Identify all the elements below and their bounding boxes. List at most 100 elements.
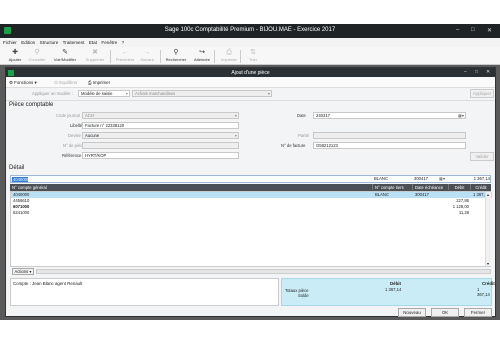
scroll-down-icon[interactable]: ▾ [487,261,489,266]
devise-select[interactable]: Aucune ▾ [82,132,239,139]
menu-fichier[interactable]: Fichier [3,40,17,45]
reference-label: Référence [62,153,82,158]
calendar-icon[interactable]: ▦▾ [458,113,464,118]
apply-button[interactable]: Appliquer [470,89,494,98]
delete-button[interactable]: ✖ Supprimer [82,48,108,62]
menu-fenetre[interactable]: Fenêtre [101,40,117,45]
validate-button[interactable]: Valider [470,152,494,161]
new-button[interactable]: Nouveau [398,308,426,317]
date-field[interactable]: 240317 ▦▾ [313,112,466,119]
menu-structure[interactable]: Structure [40,40,59,45]
totals-panel: Totaux pièce Solde Débit 1 367,14 Crédit… [281,278,495,306]
totals-debit-value: 1 367,14 [385,287,402,292]
menu-edition[interactable]: Edition [21,40,35,45]
window-titlebar: Sage 100c Comptabilité Premium - BIJOU.M… [0,24,500,38]
entry-tiers-input[interactable]: BLANC [374,176,410,182]
sort-icon: ⇅ [250,49,256,56]
calendar-icon[interactable]: ▦▾ [439,176,445,181]
table-row[interactable]: 6241000 11,28 [11,210,492,216]
model-label: Appliquer un modèle : [32,91,73,96]
entries-grid: 4040000 BLANC 300417 1 367,14 4456610 22… [10,191,492,267]
menu-help[interactable]: ? [122,40,125,45]
ok-button[interactable]: OK [431,308,459,317]
reference-field[interactable]: HYRT/KOP [82,152,239,159]
date-label: Date [297,113,306,118]
menu-traitement[interactable]: Traitement [63,40,85,45]
row-debit: 11,28 [458,210,469,215]
row-account: 6241000 [13,210,30,215]
divider [6,100,495,101]
dialog-toolbar: ⚙ Fonctions ▾ ⚖ Equilibrer ⎙ Imprimer [6,77,495,88]
goto-button[interactable]: ↪ Atteindre [189,48,215,62]
solde-label: Solde [298,293,309,298]
devise-label: Devise [68,133,81,138]
libelle-field[interactable]: Facture n° 22338120 [82,122,239,129]
chevron-down-icon: ▾ [234,133,237,138]
entry-account-input[interactable]: 4040000 [12,177,29,182]
print-icon: ⎙ [226,49,232,56]
entry-debit-input[interactable] [448,176,470,182]
window-title: Sage 100c Comptabilité Premium - BIJOU.M… [164,27,336,33]
edit-button[interactable]: ✎ Voir/Modifier [50,48,80,62]
print-icon: ⎙ [88,80,92,85]
col-credit-header[interactable]: Crédit [470,184,491,190]
entry-line: 4040000 BLANC 300417 ▦▾ 1 367,14 [10,175,491,183]
balance-button[interactable]: ⚖ Equilibrer [54,80,78,86]
actions-menu-button[interactable]: Actions ▾ [12,268,34,275]
col-account-header[interactable]: N° compte général [10,184,372,190]
piece-number-field[interactable] [82,142,239,149]
entry-credit-input[interactable]: 1 367,14 [470,176,490,182]
next-button[interactable]: → Suivant [134,48,160,62]
maximize-icon[interactable]: □ [471,27,475,33]
scroll-up-icon[interactable]: ▴ [487,192,489,197]
functions-menu[interactable]: ⚙ Fonctions ▾ [9,80,37,86]
model-type-select[interactable]: Modèle de saisie ▾ [78,90,130,97]
invoice-number-field[interactable]: G58212123 [313,142,466,149]
model-value-select[interactable]: Achats marchandises ▾ [132,90,272,97]
menu-etat[interactable]: Etat [89,40,97,45]
totals-debit-header: Débit [390,281,401,286]
chevron-down-icon: ▾ [125,91,128,96]
toolbar-divider [214,50,215,63]
grid-header: N° compte général N° compte tiers Date é… [10,184,491,191]
menu-bar: Fichier Edition Structure Traitement Eta… [0,38,500,47]
col-debit-header[interactable]: Débit [448,184,470,190]
toolbar-divider [110,50,111,63]
balance-icon: ⚖ [54,80,58,85]
consult-button[interactable]: ⚲ Consulter [24,48,50,62]
invoice-number-label: N° de facture [281,143,306,148]
print-button[interactable]: ⎙ Imprimer [216,48,242,62]
horizontal-scrollbar[interactable] [36,269,491,274]
magnifier-icon: ⚲ [173,49,179,56]
search-icon: ⚲ [34,49,40,56]
dialog-close-icon[interactable]: ✕ [486,69,490,75]
account-info-text: Compte : Jean Blanc agent Renault [13,281,83,286]
chevron-down-icon: ▾ [234,113,237,118]
dialog-print-button[interactable]: ⎙ Imprimer [88,80,110,85]
toolbar: ✚ Ajouter ⚲ Consulter ✎ Voir/Modifier ✖ Supp… [0,47,500,65]
col-echeance-header[interactable]: Date échéance [412,184,448,190]
entry-echeance-input[interactable]: 300417 [414,176,438,182]
piece-section-title: Pièce comptable [9,102,54,108]
detail-section-title: Détail [9,165,25,171]
close-button[interactable]: Fermer [464,308,492,317]
minimize-icon[interactable]: – [456,27,459,33]
app-window: Sage 100c Comptabilité Premium - BIJOU.M… [0,24,500,320]
dialog-title: Ajout d'une pièce [231,69,270,76]
dialog-maximize-icon[interactable]: □ [475,69,478,75]
sort-button[interactable]: ⇅ Trier [240,48,266,62]
col-tiers-header[interactable]: N° compte tiers [372,184,412,190]
search-button[interactable]: ⚲ Rechercher [162,48,190,62]
journal-select[interactable]: ACH ▾ [82,112,239,119]
dialog-titlebar: Ajout d'une pièce – □ ✕ [6,68,495,77]
parite-field[interactable] [313,132,466,139]
add-piece-dialog: Ajout d'une pièce – □ ✕ ⚙ Fonctions ▾ ⚖ … [5,67,496,317]
edit-icon: ✎ [62,49,68,56]
grid-scrollbar[interactable]: ▴ ▾ [485,192,491,266]
totals-credit-header: Crédit [482,281,495,286]
goto-icon: ↪ [199,49,205,56]
journal-label: Code journal [56,113,80,118]
dialog-minimize-icon[interactable]: – [464,69,467,75]
close-icon[interactable]: ✕ [487,27,492,34]
mdi-area: Ajout d'une pièce – □ ✕ ⚙ Fonctions ▾ ⚖ … [0,65,500,320]
